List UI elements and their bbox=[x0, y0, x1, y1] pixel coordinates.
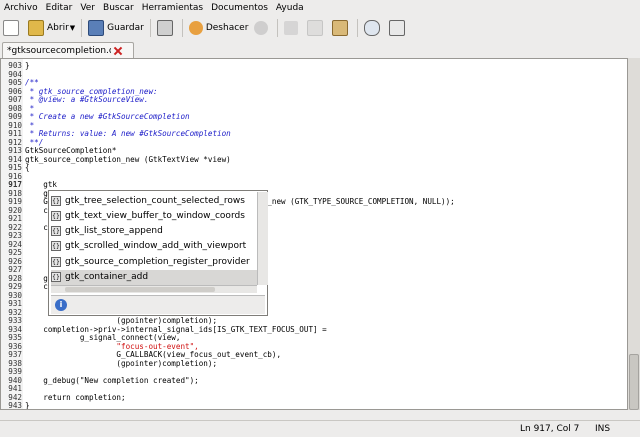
completion-vertical-scrollbar[interactable] bbox=[257, 192, 268, 285]
menu-ver[interactable]: Ver bbox=[76, 0, 99, 16]
completion-item-label: gtk_tree_selection_count_selected_rows bbox=[65, 195, 245, 206]
find-button[interactable] bbox=[361, 17, 386, 39]
code-text: * @view: a #GtkSourceView. bbox=[25, 95, 149, 104]
toolbar-separator bbox=[81, 19, 83, 37]
completion-popup: {} gtk_tree_selection_count_selected_rows… bbox=[48, 190, 268, 316]
code-text: } bbox=[25, 61, 30, 70]
completion-item-label: gtk_container_add bbox=[65, 272, 149, 282]
copy-icon bbox=[307, 20, 324, 36]
undo-button[interactable]: Deshacer bbox=[186, 17, 252, 39]
completion-item[interactable]: {} gtk_source_completion_register_provide… bbox=[51, 254, 259, 269]
cut-button[interactable] bbox=[281, 17, 304, 39]
redo-button[interactable] bbox=[251, 17, 274, 39]
code-text: gtk_source_completion_new (GtkTextView *… bbox=[25, 154, 231, 164]
save-label: Guardar bbox=[107, 23, 144, 33]
copy-button[interactable] bbox=[304, 17, 329, 39]
document-tabs: *gtksourcecompletion.c bbox=[0, 40, 640, 59]
redo-icon bbox=[254, 21, 269, 35]
undo-icon bbox=[188, 21, 203, 35]
open-label: Abrir bbox=[47, 23, 69, 33]
function-icon: {} bbox=[51, 272, 61, 282]
code-text: return completion; bbox=[25, 392, 126, 402]
scrollbar-thumb[interactable] bbox=[65, 287, 215, 292]
completion-item[interactable]: {} gtk_container_add bbox=[51, 269, 259, 285]
function-icon: {} bbox=[51, 226, 61, 237]
function-icon: {} bbox=[51, 195, 61, 206]
completion-item-label: gtk_scrolled_window_add_with_viewport bbox=[65, 241, 247, 252]
completion-item[interactable]: {} gtk_list_store_append bbox=[51, 224, 259, 239]
line-number: 943 bbox=[8, 401, 22, 410]
toolbar-separator bbox=[277, 19, 279, 37]
new-document-icon bbox=[3, 20, 19, 36]
paste-button[interactable] bbox=[329, 17, 354, 39]
menubar: Archivo Editar Ver Buscar Herramientas D… bbox=[0, 0, 640, 16]
menu-buscar[interactable]: Buscar bbox=[99, 0, 138, 16]
undo-label: Deshacer bbox=[205, 23, 249, 33]
info-icon[interactable]: i bbox=[55, 299, 67, 311]
save-icon bbox=[88, 20, 105, 36]
function-icon: {} bbox=[51, 210, 61, 221]
menu-archivo[interactable]: Archivo bbox=[0, 0, 42, 16]
replace-button[interactable] bbox=[386, 17, 411, 39]
menu-editar[interactable]: Editar bbox=[42, 0, 77, 16]
print-button[interactable] bbox=[154, 17, 179, 39]
cursor-position: Ln 917, Col 7 bbox=[520, 424, 580, 434]
statusbar: Ln 917, Col 7 INS bbox=[0, 420, 640, 437]
toolbar-separator bbox=[357, 19, 359, 37]
completion-info-bar: i bbox=[51, 295, 265, 314]
find-replace-icon bbox=[389, 20, 406, 36]
completion-item[interactable]: {} gtk_text_view_buffer_to_window_coords bbox=[51, 208, 259, 223]
code-text: * Create a new #GtkSourceCompletion bbox=[25, 112, 190, 121]
code-text: } bbox=[25, 401, 30, 410]
tab-gtksourcecompletion[interactable]: *gtksourcecompletion.c bbox=[2, 42, 134, 59]
open-button[interactable]: Abrir ▼ bbox=[25, 17, 78, 39]
close-icon[interactable] bbox=[113, 46, 123, 56]
paste-icon bbox=[332, 20, 349, 36]
completion-item[interactable]: {} gtk_tree_selection_count_selected_rows bbox=[51, 193, 259, 208]
editor-vertical-scrollbar[interactable] bbox=[628, 58, 640, 410]
insert-mode: INS bbox=[595, 424, 611, 434]
chevron-down-icon[interactable]: ▼ bbox=[70, 24, 75, 32]
toolbar-separator bbox=[181, 19, 183, 37]
completion-horizontal-scrollbar[interactable] bbox=[51, 285, 257, 293]
new-button[interactable] bbox=[0, 17, 25, 39]
toolbar: Abrir ▼ Guardar Deshacer bbox=[0, 16, 640, 41]
menu-herramientas[interactable]: Herramientas bbox=[138, 0, 207, 16]
code-text: * Returns: value: A new #GtkSourceComple… bbox=[25, 129, 231, 138]
code-text: { bbox=[25, 163, 30, 172]
toolbar-separator bbox=[149, 19, 151, 37]
save-button[interactable]: Guardar bbox=[85, 17, 147, 39]
completion-item-label: gtk_text_view_buffer_to_window_coords bbox=[65, 210, 245, 221]
scrollbar-thumb[interactable] bbox=[629, 354, 639, 410]
completion-item-label: gtk_source_completion_register_provider bbox=[65, 256, 250, 267]
function-icon: {} bbox=[51, 256, 61, 267]
folder-icon bbox=[28, 20, 44, 36]
menu-documentos[interactable]: Documentos bbox=[207, 0, 272, 16]
code-text: g_debug("New completion created"); bbox=[25, 375, 199, 385]
printer-icon bbox=[156, 20, 173, 36]
completion-item[interactable]: {} gtk_scrolled_window_add_with_viewport bbox=[51, 239, 259, 254]
scissors-icon bbox=[284, 21, 299, 35]
tab-title: *gtksourcecompletion.c bbox=[7, 46, 111, 56]
function-icon: {} bbox=[51, 241, 61, 252]
completion-item-label: gtk_list_store_append bbox=[65, 226, 163, 237]
menu-ayuda[interactable]: Ayuda bbox=[272, 0, 308, 16]
search-icon bbox=[364, 20, 381, 36]
code-text: (gpointer)completion); bbox=[25, 358, 218, 368]
